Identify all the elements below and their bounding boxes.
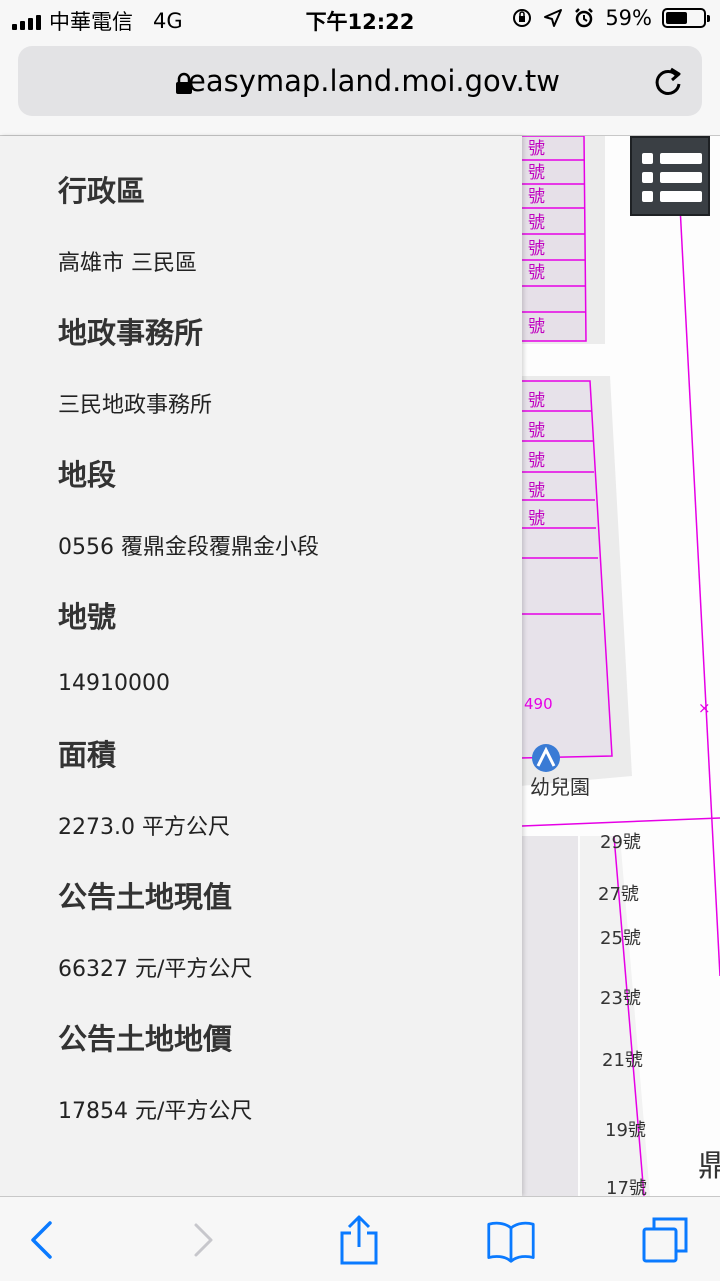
street-number-label: 23號 xyxy=(600,988,641,1009)
field-label: 地段 xyxy=(58,458,117,492)
parcel-label: 號 xyxy=(528,213,545,233)
field-value: 17854 元/平方公尺 xyxy=(58,1099,253,1124)
parcel-label: 號 xyxy=(528,391,545,411)
parcel-info-panel: 行政區 高雄市 三民區 地政事務所 三民地政事務所 地段 0556 覆鼎金段覆鼎… xyxy=(0,136,522,1196)
field-label: 面積 xyxy=(58,738,117,772)
field-district: 行政區 高雄市 三民區 xyxy=(58,168,197,277)
street-number-label: 29號 xyxy=(600,832,641,853)
place-label: 幼兒園 xyxy=(530,775,590,799)
field-value: 三民地政事務所 xyxy=(58,393,213,418)
field-value: 66327 元/平方公尺 xyxy=(58,957,253,982)
parcel-label: 號 xyxy=(528,509,545,529)
field-land-price: 公告土地地價 17854 元/平方公尺 xyxy=(58,1016,252,1125)
street-number-label: 17號 xyxy=(606,1178,647,1196)
map-menu-button[interactable] xyxy=(630,136,710,216)
map-block xyxy=(522,836,578,1196)
kindergarten-icon xyxy=(532,744,560,772)
field-value: 2273.0 平方公尺 xyxy=(58,815,230,840)
browser-toolbar xyxy=(0,1196,720,1281)
status-right: 59% xyxy=(511,6,710,30)
street-number-label: 19號 xyxy=(605,1120,646,1141)
street-number-label: 27號 xyxy=(598,884,639,905)
url-text: easymap.land.moi.gov.tw xyxy=(187,64,560,98)
tabs-icon[interactable] xyxy=(640,1215,690,1265)
field-label: 地號 xyxy=(58,600,117,634)
parcel-label: 號 xyxy=(528,317,545,337)
battery-icon xyxy=(662,8,710,28)
location-icon xyxy=(544,9,563,27)
field-value: 0556 覆鼎金段覆鼎金小段 xyxy=(58,535,319,560)
forward-icon[interactable] xyxy=(178,1215,228,1265)
field-label: 地政事務所 xyxy=(58,316,204,350)
status-bar: 中華電信 4G 下午12:22 59% xyxy=(0,0,720,40)
share-icon[interactable] xyxy=(334,1215,384,1265)
browser-header: easymap.land.moi.gov.tw xyxy=(0,40,720,136)
street-number-label: 25號 xyxy=(600,928,641,949)
field-label: 公告土地地價 xyxy=(58,1022,233,1056)
battery-percent: 59% xyxy=(605,6,652,30)
field-land-office: 地政事務所 三民地政事務所 xyxy=(58,310,212,419)
orientation-lock-icon xyxy=(513,9,532,27)
edge-label: 鼎 xyxy=(698,1149,720,1184)
back-icon[interactable] xyxy=(18,1215,68,1265)
map-mark: × xyxy=(698,699,711,717)
parcel-label: 號 xyxy=(528,139,545,159)
parcel-label: 號 xyxy=(528,263,545,283)
map-label-490: 490 xyxy=(524,695,553,713)
reload-icon[interactable] xyxy=(650,64,686,100)
address-bar[interactable]: easymap.land.moi.gov.tw xyxy=(18,46,702,116)
street-number-label: 21號 xyxy=(602,1050,643,1071)
field-area: 面積 2273.0 平方公尺 xyxy=(58,732,230,841)
parcel-label: 號 xyxy=(528,163,545,183)
alarm-icon xyxy=(575,8,594,28)
parcel-label: 號 xyxy=(528,451,545,471)
parcel-label: 號 xyxy=(528,187,545,207)
field-label: 公告土地現值 xyxy=(58,880,233,914)
parcel-label: 號 xyxy=(528,239,545,259)
field-value: 14910000 xyxy=(58,671,170,696)
field-label: 行政區 xyxy=(58,174,146,208)
field-section: 地段 0556 覆鼎金段覆鼎金小段 xyxy=(58,452,319,561)
field-value: 高雄市 三民區 xyxy=(58,251,197,276)
parcel-label: 號 xyxy=(528,481,545,501)
bookmarks-icon[interactable] xyxy=(486,1215,536,1265)
parcel-label: 號 xyxy=(528,421,545,441)
field-parcel-number: 地號 14910000 xyxy=(58,594,170,696)
field-land-value: 公告土地現值 66327 元/平方公尺 xyxy=(58,874,252,983)
